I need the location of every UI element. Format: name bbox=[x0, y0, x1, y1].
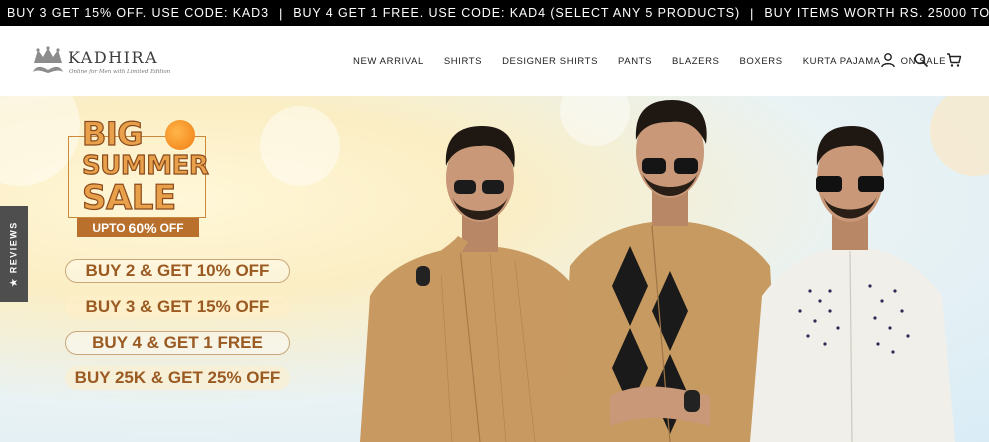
crown-mustache-icon bbox=[33, 46, 63, 73]
model-right bbox=[750, 126, 955, 442]
upto-value: 60% bbox=[128, 219, 157, 236]
offer-buy-25k: BUY 25K & GET 25% OFF bbox=[65, 366, 290, 390]
models-image bbox=[360, 100, 955, 442]
nav-designer-shirts[interactable]: DESIGNER SHIRTS bbox=[502, 56, 598, 67]
reviews-label: ★ REVIEWS bbox=[8, 221, 19, 287]
upto-badge: UPTO 60% OFF bbox=[77, 218, 199, 237]
summer-text: SUMMER bbox=[81, 151, 209, 181]
sale-text: SALE bbox=[81, 178, 176, 218]
nav-boxers[interactable]: BOXERS bbox=[740, 56, 783, 67]
nav-shirts[interactable]: SHIRTS bbox=[444, 56, 482, 67]
nav-pants[interactable]: PANTS bbox=[618, 56, 652, 67]
nav-new-arrival[interactable]: NEW ARRIVAL bbox=[353, 56, 424, 67]
offer-buy-4: BUY 4 & GET 1 FREE bbox=[65, 331, 290, 355]
promo-text-3: BUY ITEMS WORTH RS. 25000 TO GET 25% OFF… bbox=[764, 6, 989, 20]
search-icon[interactable] bbox=[913, 52, 929, 68]
upto-prefix: UPTO bbox=[92, 220, 126, 235]
nav-blazers[interactable]: BLAZERS bbox=[672, 56, 720, 67]
bokeh-decoration bbox=[260, 106, 340, 186]
offer-buy-3: BUY 3 & GET 15% OFF bbox=[65, 295, 290, 319]
promo-text-2: BUY 4 GET 1 FREE. USE CODE: KAD4 (SELECT… bbox=[293, 6, 741, 20]
nav-kurta-pajama[interactable]: KURTA PAJAMA bbox=[803, 56, 881, 67]
site-header: KADHIRA Online for Men with Limited Edit… bbox=[0, 26, 989, 96]
model-left bbox=[360, 126, 592, 442]
hero-banner[interactable]: BIG SUMMER SALE UPTO 60% OFF BUY 2 & GET… bbox=[0, 96, 989, 442]
brand-tagline: Online for Men with Limited Edition bbox=[69, 69, 171, 75]
promo-text-1: BUY 3 GET 15% OFF. USE CODE: KAD3 bbox=[7, 6, 269, 20]
big-text: BIG bbox=[81, 115, 144, 153]
cart-icon[interactable] bbox=[946, 52, 962, 68]
main-nav: NEW ARRIVAL SHIRTS DESIGNER SHIRTS PANTS… bbox=[353, 26, 966, 96]
model-center bbox=[560, 100, 780, 442]
reviews-tab[interactable]: ★ REVIEWS bbox=[0, 206, 28, 302]
promo-bar: BUY 3 GET 15% OFF. USE CODE: KAD3 | BUY … bbox=[0, 0, 989, 26]
brand-name: KADHIRA bbox=[68, 48, 159, 67]
upto-suffix: OFF bbox=[159, 220, 184, 235]
brand-logo[interactable]: KADHIRA Online for Men with Limited Edit… bbox=[30, 43, 170, 83]
sun-icon bbox=[165, 120, 195, 150]
account-icon[interactable] bbox=[880, 52, 896, 68]
offer-buy-2: BUY 2 & GET 10% OFF bbox=[65, 259, 290, 283]
